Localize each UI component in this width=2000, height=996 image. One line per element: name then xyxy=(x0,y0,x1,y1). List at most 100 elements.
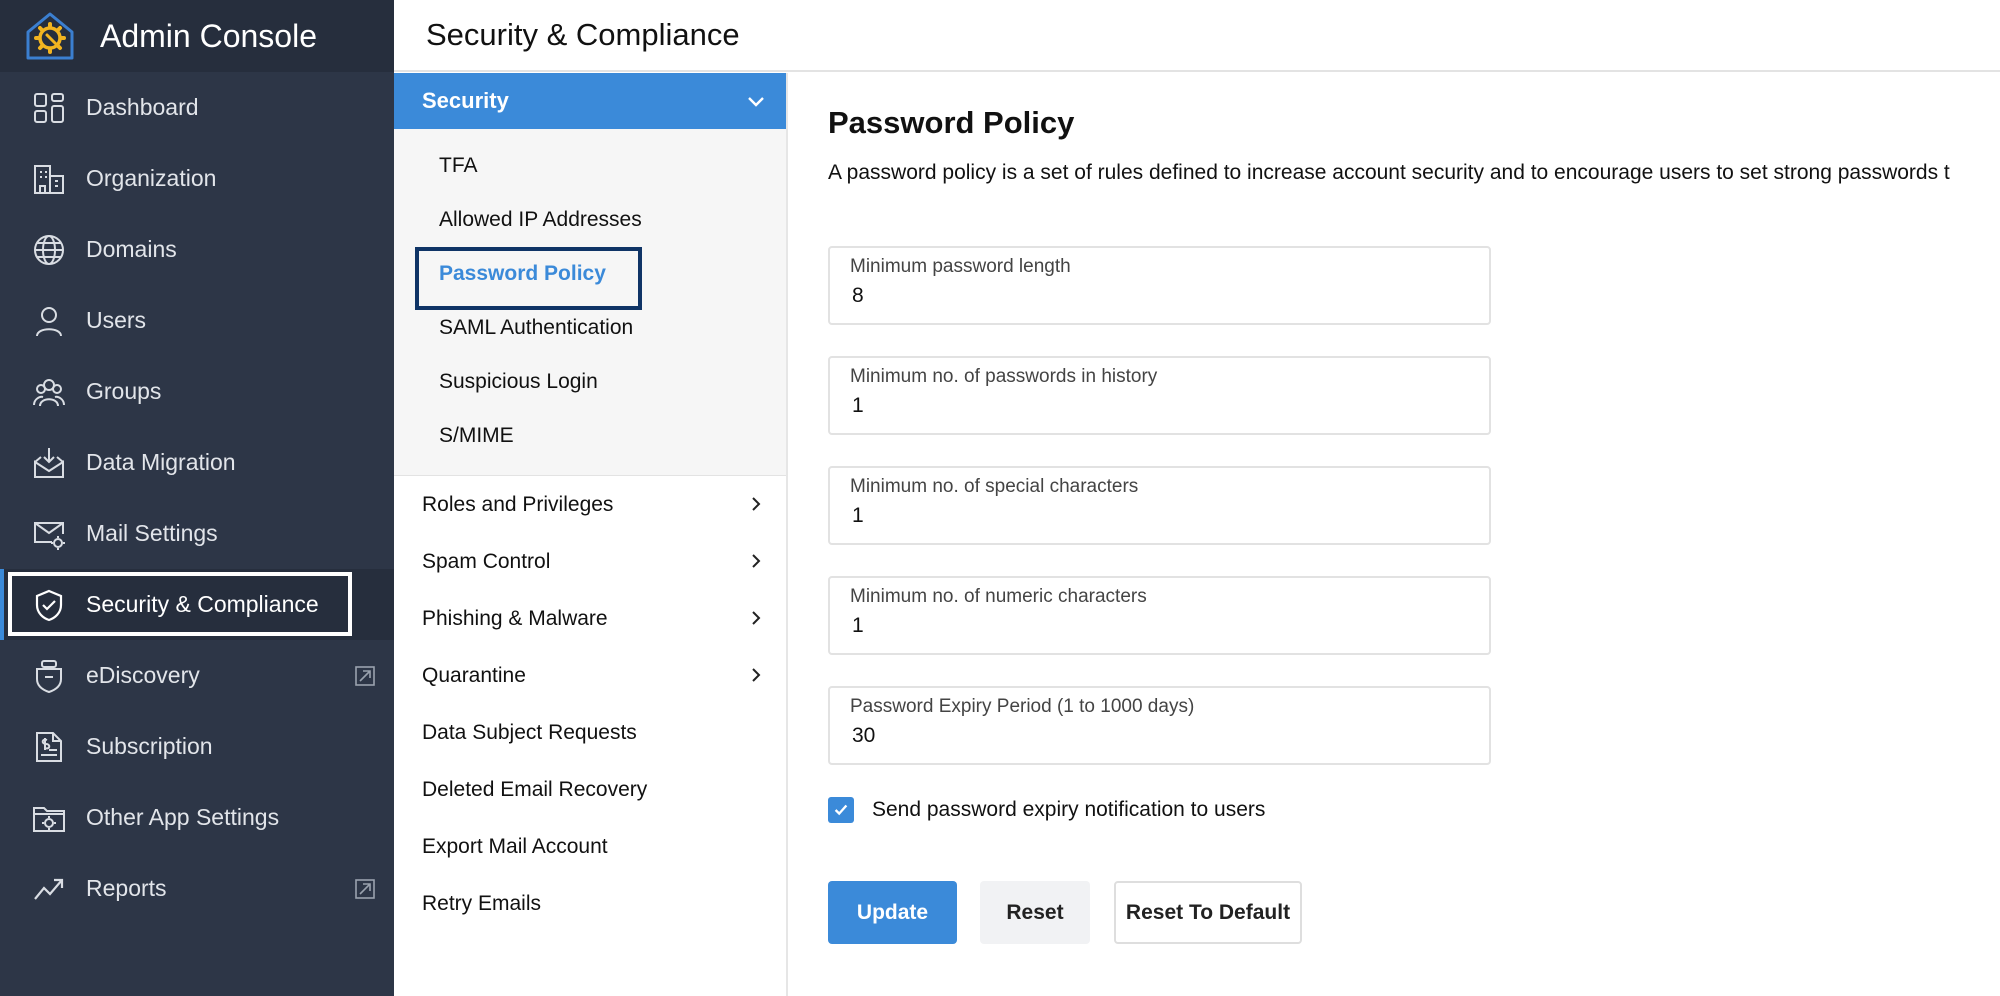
sidebar-item-label: Domains xyxy=(86,236,177,262)
submenu-item-label: Retry Emails xyxy=(422,891,542,915)
update-button[interactable]: Update xyxy=(828,881,957,944)
submenu-item-password-policy[interactable]: Password Policy xyxy=(394,247,786,310)
sidebar-item-label: Users xyxy=(86,307,147,333)
submenu-item-label: Spam Control xyxy=(422,549,551,573)
shield-check-icon xyxy=(32,588,66,622)
admin-console-app: Admin Console Dashboard Organization Dom… xyxy=(0,0,2000,996)
submenu-item-quarantine[interactable]: Quarantine xyxy=(394,647,786,704)
reset-button[interactable]: Reset xyxy=(980,881,1090,944)
folder-gear-icon xyxy=(32,801,66,835)
sidebar-item-label: Subscription xyxy=(86,733,213,759)
sidebar-item-label: Other App Settings xyxy=(86,804,280,830)
expiry-notification-label: Send password expiry notification to use… xyxy=(872,798,1266,821)
sidebar-item-label: Security & Compliance xyxy=(86,591,319,617)
chevron-right-icon xyxy=(752,554,761,568)
building-icon xyxy=(32,162,66,196)
section-submenu: Security TFA Allowed IP Addresses Passwo… xyxy=(394,73,788,996)
expiry-notification-option[interactable]: Send password expiry notification to use… xyxy=(828,797,1265,823)
sidebar-item-users[interactable]: Users xyxy=(0,285,394,356)
mail-gear-icon xyxy=(32,517,66,551)
submenu-item-retry-emails[interactable]: Retry Emails xyxy=(394,875,786,932)
submenu-item-smime[interactable]: S/MIME xyxy=(394,409,786,463)
sidebar-item-label: Data Migration xyxy=(86,449,236,475)
submenu-item-data-subject-requests[interactable]: Data Subject Requests xyxy=(394,704,786,761)
chevron-right-icon xyxy=(752,497,761,511)
field-label: Password Expiry Period (1 to 1000 days) xyxy=(850,696,1195,717)
submenu-item-export-mail-account[interactable]: Export Mail Account xyxy=(394,818,786,875)
reset-to-default-button[interactable]: Reset To Default xyxy=(1114,881,1302,944)
submenu-item-label: Data Subject Requests xyxy=(422,720,637,744)
expiry-period-input[interactable] xyxy=(850,724,1450,748)
external-link-icon[interactable] xyxy=(354,665,376,687)
page-header: Security & Compliance xyxy=(394,0,2000,72)
field-label: Minimum no. of numeric characters xyxy=(850,586,1147,607)
sidebar-item-label: Reports xyxy=(86,875,167,901)
numeric-characters-field[interactable]: Minimum no. of numeric characters xyxy=(828,576,1491,655)
sidebar-item-subscription[interactable]: Subscription xyxy=(0,711,394,782)
expiry-notification-checkbox[interactable] xyxy=(828,797,854,823)
min-password-length-input[interactable] xyxy=(850,284,1450,308)
password-history-input[interactable] xyxy=(850,394,1450,418)
section-description: A password policy is a set of rules defi… xyxy=(828,161,1950,184)
password-history-field[interactable]: Minimum no. of passwords in history xyxy=(828,356,1491,435)
expiry-period-field[interactable]: Password Expiry Period (1 to 1000 days) xyxy=(828,686,1491,765)
globe-icon xyxy=(32,233,66,267)
trend-up-icon xyxy=(32,872,66,906)
submenu-item-roles[interactable]: Roles and Privileges xyxy=(394,476,786,533)
dashboard-icon xyxy=(32,91,66,125)
sidebar-item-reports[interactable]: Reports xyxy=(0,853,394,924)
password-policy-panel: Password Policy A password policy is a s… xyxy=(828,73,2000,996)
submenu-item-tfa[interactable]: TFA xyxy=(394,139,786,193)
submenu-item-label: Export Mail Account xyxy=(422,834,608,858)
inbox-download-icon xyxy=(32,446,66,480)
submenu-item-label: Suspicious Login xyxy=(439,370,598,393)
submenu-item-label: S/MIME xyxy=(439,424,514,447)
chevron-right-icon xyxy=(752,668,761,682)
sidebar-item-label: Dashboard xyxy=(86,94,199,120)
special-characters-field[interactable]: Minimum no. of special characters xyxy=(828,466,1491,545)
sidebar-item-mail-settings[interactable]: Mail Settings xyxy=(0,498,394,569)
special-characters-input[interactable] xyxy=(850,504,1450,528)
sidebar-item-label: Groups xyxy=(86,378,162,404)
submenu-item-label: Phishing & Malware xyxy=(422,606,608,630)
submenu-item-spam-control[interactable]: Spam Control xyxy=(394,533,786,590)
submenu-item-label: Password Policy xyxy=(439,262,606,285)
sidebar-item-domains[interactable]: Domains xyxy=(0,214,394,285)
submenu-item-deleted-email-recovery[interactable]: Deleted Email Recovery xyxy=(394,761,786,818)
sidebar-item-label: Organization xyxy=(86,165,217,191)
sidebar-item-other-app-settings[interactable]: Other App Settings xyxy=(0,782,394,853)
field-label: Minimum no. of passwords in history xyxy=(850,366,1158,387)
submenu-item-suspicious-login[interactable]: Suspicious Login xyxy=(394,355,786,409)
ediscovery-icon xyxy=(32,659,66,693)
submenu-item-label: SAML Authentication xyxy=(439,316,634,339)
submenu-item-phishing[interactable]: Phishing & Malware xyxy=(394,590,786,647)
numeric-characters-input[interactable] xyxy=(850,614,1450,638)
submenu-section-security[interactable]: Security xyxy=(394,73,786,129)
submenu-item-allowed-ip[interactable]: Allowed IP Addresses xyxy=(394,193,786,247)
sidebar-item-label: Mail Settings xyxy=(86,520,218,546)
sidebar-item-groups[interactable]: Groups xyxy=(0,356,394,427)
sidebar-item-dashboard[interactable]: Dashboard xyxy=(0,72,394,143)
min-password-length-field[interactable]: Minimum password length xyxy=(828,246,1491,325)
submenu-item-label: Quarantine xyxy=(422,663,526,687)
submenu-item-label: TFA xyxy=(439,154,478,177)
section-title: Password Policy xyxy=(828,105,1075,140)
home-gear-icon xyxy=(22,8,78,64)
sidebar-item-security-compliance[interactable]: Security & Compliance xyxy=(0,569,394,640)
chevron-right-icon xyxy=(752,611,761,625)
sidebar-item-organization[interactable]: Organization xyxy=(0,143,394,214)
external-link-icon[interactable] xyxy=(354,878,376,900)
chevron-down-icon xyxy=(748,97,764,107)
submenu-item-label: Roles and Privileges xyxy=(422,492,614,516)
group-icon xyxy=(32,375,66,409)
submenu-item-label: Deleted Email Recovery xyxy=(422,777,648,801)
submenu-children: TFA Allowed IP Addresses Password Policy… xyxy=(394,129,786,476)
sidebar-item-ediscovery[interactable]: eDiscovery xyxy=(0,640,394,711)
submenu-item-label: Allowed IP Addresses xyxy=(439,208,642,231)
app-title: Admin Console xyxy=(100,17,317,54)
brand[interactable]: Admin Console xyxy=(0,0,394,72)
submenu-item-saml[interactable]: SAML Authentication xyxy=(394,301,786,355)
invoice-icon xyxy=(32,730,66,764)
field-label: Minimum password length xyxy=(850,256,1071,277)
sidebar-item-data-migration[interactable]: Data Migration xyxy=(0,427,394,498)
